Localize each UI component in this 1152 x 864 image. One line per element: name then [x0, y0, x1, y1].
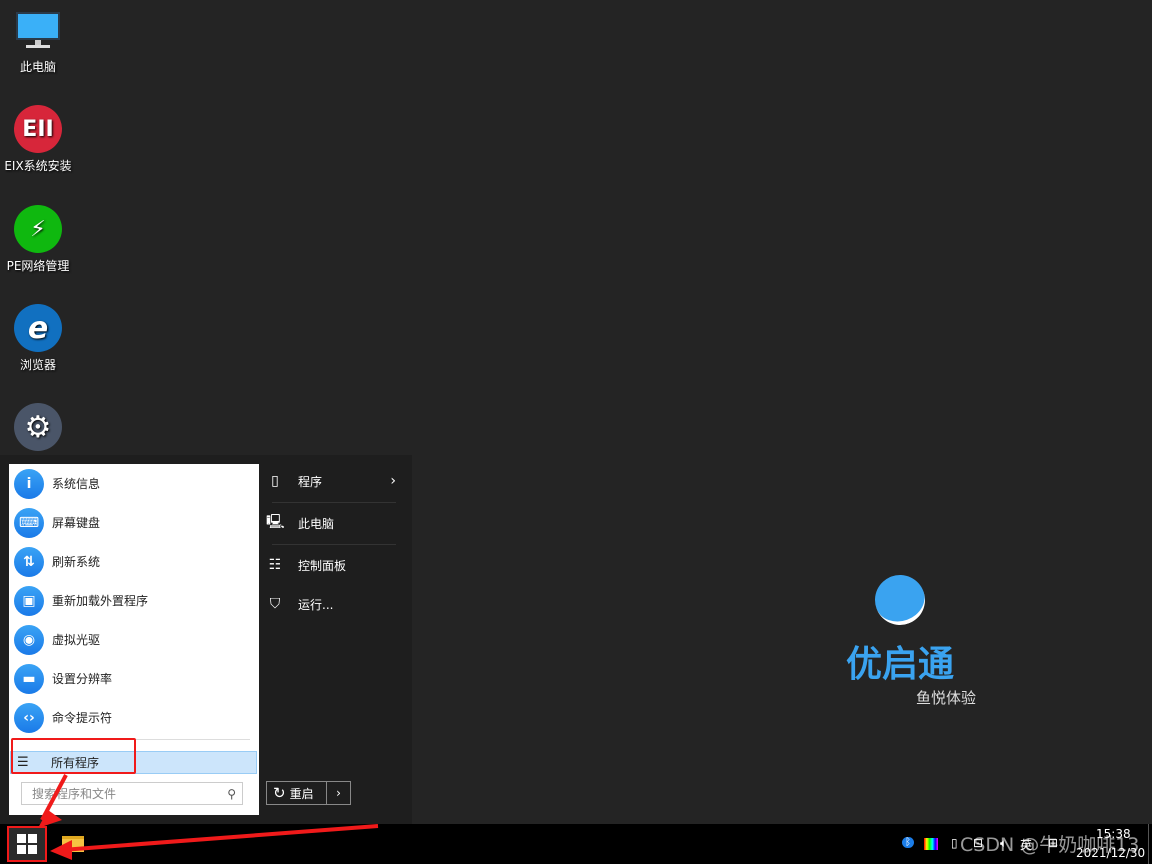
color-display-icon[interactable]	[924, 838, 938, 850]
bluetooth-icon[interactable]: ᛒ	[902, 837, 914, 848]
annotation-arrow	[38, 774, 379, 860]
usb-drive-icon[interactable]: ▯	[951, 836, 958, 850]
show-desktop-button[interactable]	[1148, 824, 1152, 864]
clock-time[interactable]: 15:38	[1096, 827, 1131, 841]
clock-date[interactable]: 2021/12/30	[1076, 846, 1145, 860]
taskbar: ᛒ ▯ ⊡ 🔈︎ 英 ⊞ CSDN @牛奶咖啡13 15:38 2021/12/…	[0, 774, 1152, 864]
